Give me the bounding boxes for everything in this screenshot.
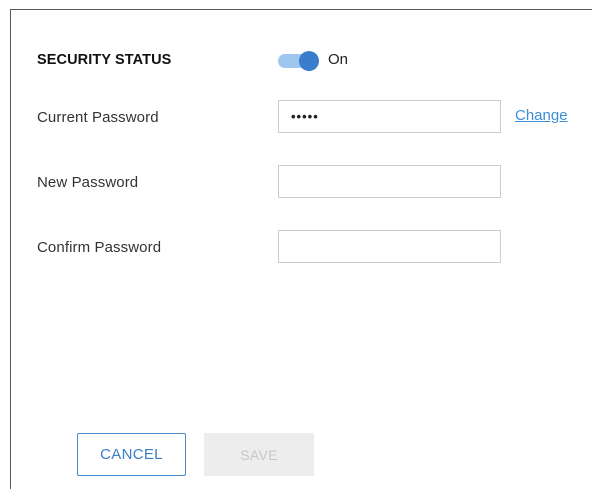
change-password-link[interactable]: Change — [515, 107, 568, 124]
save-button[interactable]: SAVE — [204, 433, 314, 476]
new-password-label: New Password — [37, 174, 139, 191]
toggle-state-text: On — [328, 51, 349, 68]
cancel-button[interactable]: CANCEL — [77, 433, 186, 476]
security-status-label: SECURITY STATUS — [37, 52, 172, 68]
current-password-field[interactable]: ••••• — [278, 100, 501, 133]
toggle-knob — [299, 51, 319, 71]
security-status-toggle[interactable] — [278, 51, 320, 71]
current-password-label: Current Password — [37, 109, 159, 126]
confirm-password-label: Confirm Password — [37, 239, 162, 256]
confirm-password-field[interactable] — [278, 230, 501, 263]
new-password-field[interactable] — [278, 165, 501, 198]
